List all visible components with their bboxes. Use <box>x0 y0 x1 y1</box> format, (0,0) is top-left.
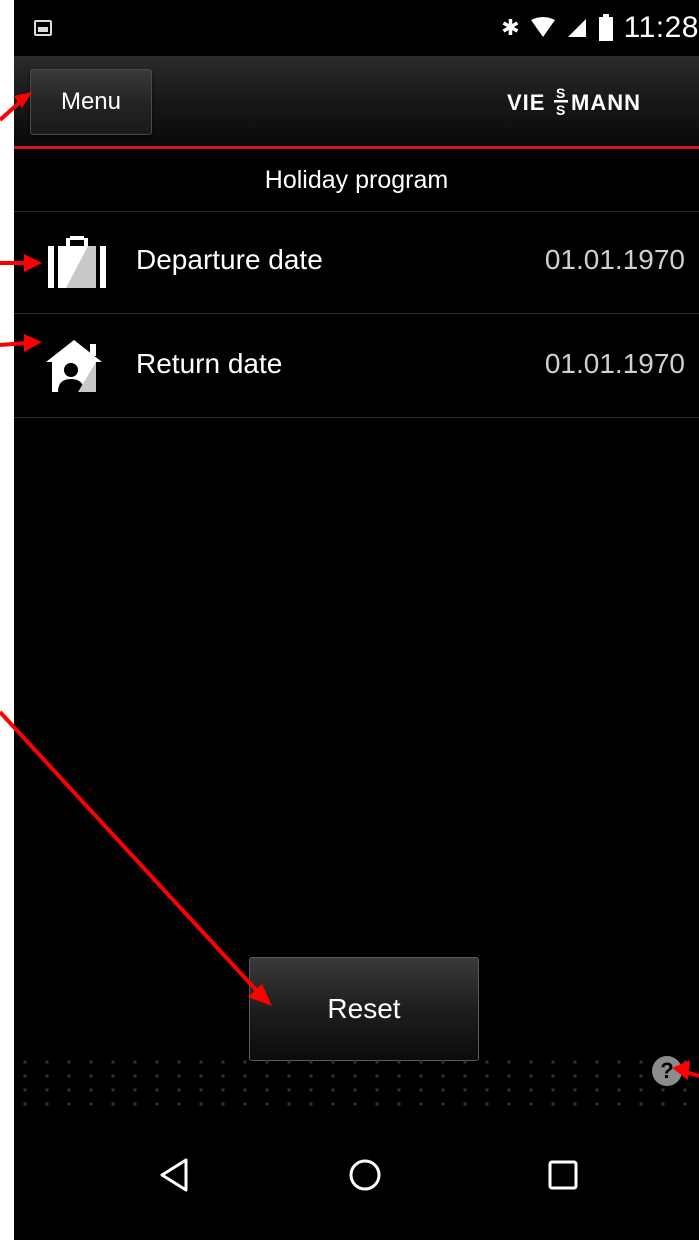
bluetooth-icon: ✱ <box>501 15 520 40</box>
departure-date-value: 01.01.1970 <box>544 244 685 275</box>
home-person-icon <box>46 340 102 392</box>
status-icons: ✱ 11:28 <box>501 8 699 48</box>
wifi-icon <box>530 17 556 39</box>
image-icon <box>34 20 52 36</box>
viessmann-logo: VIE S S MANN <box>507 85 641 118</box>
app-screen: ✱ 11:28 Menu VIE S S MANN Holiday progra… <box>14 0 699 1240</box>
return-date-value: 01.01.1970 <box>544 348 685 379</box>
recent-apps-icon[interactable] <box>538 1150 588 1200</box>
return-date-label: Return date <box>136 348 283 379</box>
home-icon[interactable] <box>340 1150 390 1200</box>
status-time: 11:28 <box>623 11 699 44</box>
battery-icon <box>598 14 614 42</box>
departure-date-row[interactable]: Departure date 01.01.1970 <box>14 212 699 314</box>
svg-text:VIE: VIE <box>507 90 545 115</box>
suitcase-icon <box>48 236 106 288</box>
app-bar: Menu VIE S S MANN <box>14 56 699 149</box>
svg-text:S: S <box>556 102 565 118</box>
system-nav-bar <box>14 1110 699 1240</box>
back-icon[interactable] <box>150 1150 200 1200</box>
svg-text:S: S <box>556 85 565 101</box>
departure-date-label: Departure date <box>136 244 323 275</box>
signal-icon <box>566 17 588 39</box>
return-date-row[interactable]: Return date 01.01.1970 <box>14 316 699 418</box>
decorative-floor <box>14 1055 699 1110</box>
menu-button[interactable]: Menu <box>30 69 152 135</box>
page-title: Holiday program <box>264 165 449 194</box>
status-bar: ✱ 11:28 <box>14 0 699 56</box>
help-icon[interactable]: ? <box>652 1056 682 1086</box>
svg-text:MANN: MANN <box>571 90 641 115</box>
page-title-bar: Holiday program <box>14 149 699 212</box>
reset-button[interactable]: Reset <box>249 957 479 1061</box>
